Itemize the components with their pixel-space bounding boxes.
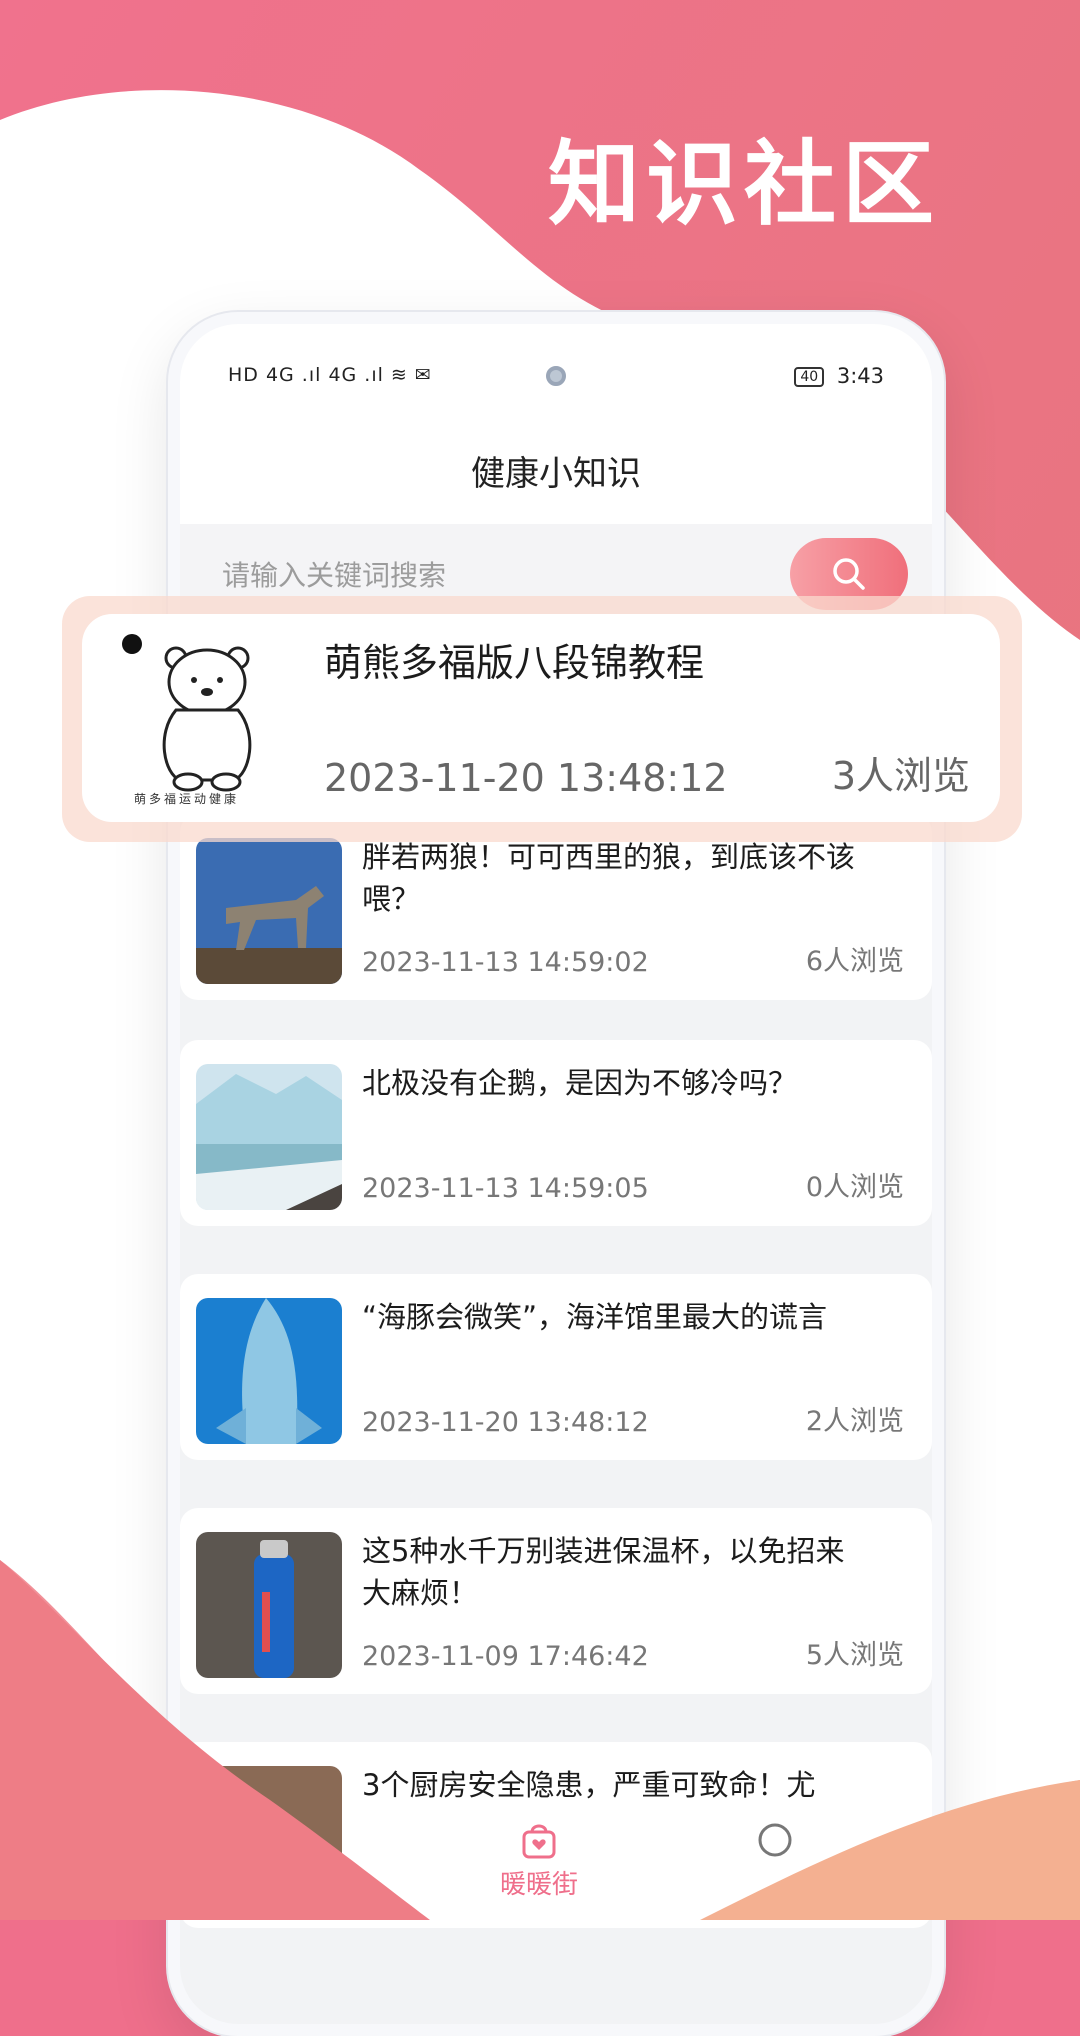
list-item[interactable]: “海豚会微笑”，海洋馆里最大的谎言 2023-11-20 13:48:12 2人… — [180, 1274, 932, 1460]
featured-title: 萌熊多福版八段锦教程 — [324, 641, 705, 685]
promo-title: 知识社区 — [547, 131, 940, 238]
search-icon — [833, 558, 865, 590]
status-bar: HD 4G .ıl 4G .ıl ≋ ✉ 40 3:43 — [180, 324, 932, 424]
clock: 3:43 — [836, 364, 884, 388]
article-title: 胖若两狼！可可西里的狼，到底该不该喂？ — [362, 840, 856, 916]
featured-date: 2023-11-20 13:48:12 — [324, 756, 728, 800]
article-title: 北极没有企鹅，是因为不够冷吗？ — [362, 1066, 798, 1100]
search-input[interactable] — [220, 552, 724, 598]
list-item[interactable]: 北极没有企鹅，是因为不够冷吗？ 2023-11-13 14:59:05 0人浏览 — [180, 1040, 932, 1226]
status-icons: HD 4G .ıl 4G .ıl ≋ ✉ — [228, 364, 432, 386]
article-date: 2023-11-13 14:59:02 — [362, 947, 649, 978]
foreground-wave — [0, 1560, 1080, 1920]
status-right: 40 3:43 — [794, 364, 884, 388]
featured-thumbnail-bear — [104, 624, 304, 814]
page-title: 健康小知识 — [180, 424, 932, 524]
article-date: 2023-11-13 14:59:05 — [362, 1173, 649, 1204]
front-camera — [546, 366, 566, 386]
article-thumbnail-wolf — [196, 838, 342, 984]
featured-image-caption: 萌多福运动健康 — [134, 792, 240, 806]
article-views: 6人浏览 — [805, 946, 904, 977]
article-thumbnail-dolphin — [196, 1298, 342, 1444]
battery-icon: 40 — [794, 367, 825, 387]
article-thumbnail-iceberg — [196, 1064, 342, 1210]
featured-article-card[interactable]: 萌多福运动健康 萌熊多福版八段锦教程 2023-11-20 13:48:12 3… — [82, 614, 1000, 822]
article-views: 0人浏览 — [805, 1172, 904, 1203]
article-views: 2人浏览 — [805, 1406, 904, 1437]
article-title: “海豚会微笑”，海洋馆里最大的谎言 — [362, 1300, 828, 1334]
article-date: 2023-11-20 13:48:12 — [362, 1407, 649, 1438]
featured-views: 3人浏览 — [831, 754, 970, 798]
